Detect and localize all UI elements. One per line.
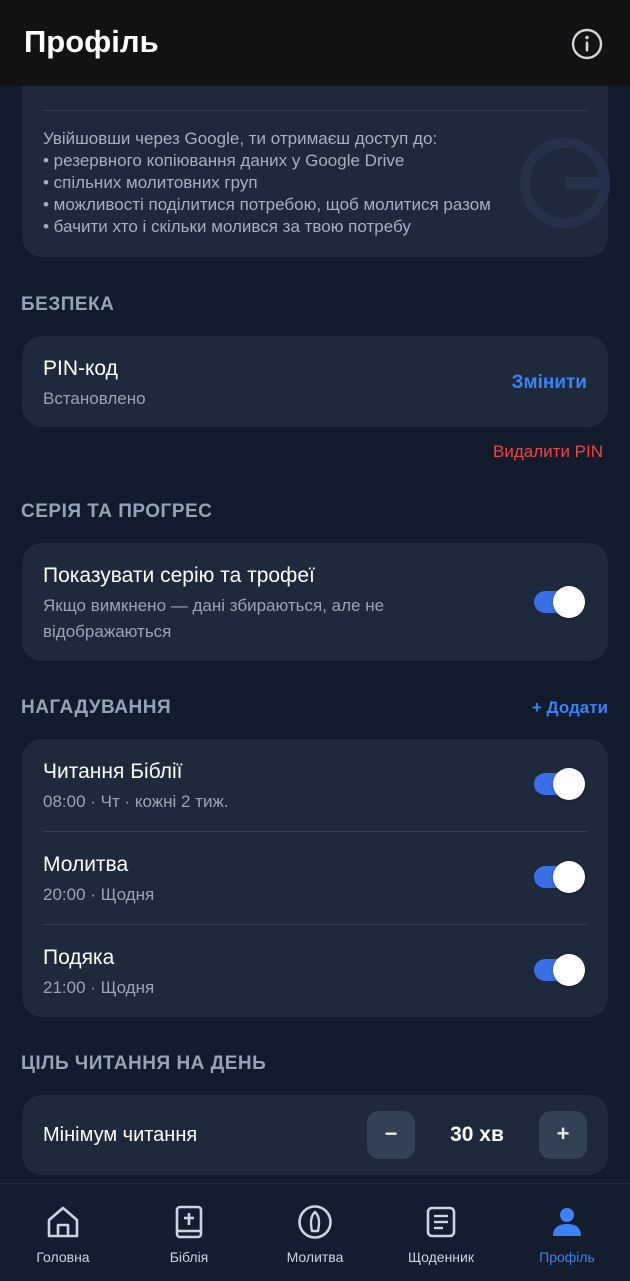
streak-toggle[interactable] [534,586,585,618]
reminder-title: Подяка [43,946,115,969]
streak-title: Показувати серію та трофеї [43,564,315,587]
benefit-item: • бачити хто і скільки молився за твою п… [43,217,411,236]
section-reading-goal-title: ЦІЛЬ ЧИТАННЯ НА ДЕНЬ [21,1053,267,1074]
nav-label: Молитва [286,1249,344,1265]
reminder-divider [43,924,587,925]
benefit-item: • спільних молитовних груп [43,173,258,192]
google-benefits: Увійшовши через Google, ти отримаєш дост… [43,128,491,238]
benefit-item: • резервного копіювання даних у Google D… [43,151,405,170]
nav-label: Біблія [169,1249,209,1265]
google-watermark-icon [520,138,610,228]
nav-prayer[interactable]: Молитва [252,1184,378,1281]
page-title: Профіль [24,24,159,59]
reminder-schedule: 20:00 · Щодня [43,885,155,904]
info-icon[interactable] [571,28,603,60]
nav-home[interactable]: Головна [0,1184,126,1281]
profile-icon [553,1208,581,1236]
decrease-button[interactable]: − [367,1111,415,1159]
reminder-schedule: 08:00 · Чт · кожні 2 тиж. [43,792,229,811]
reminder-title: Молитва [43,853,129,876]
nav-label: Головна [36,1249,90,1265]
section-reminders-title: НАГАДУВАННЯ [21,697,172,718]
google-intro: Увійшовши через Google, ти отримаєш дост… [43,129,438,148]
pin-status: Встановлено [43,389,146,408]
reading-goal-value: 30 хв [450,1123,504,1146]
increase-button[interactable]: + [539,1111,587,1159]
home-icon [47,1206,79,1238]
pin-title: PIN-код [43,357,118,380]
section-streak-title: СЕРІЯ ТА ПРОГРЕС [21,501,213,522]
prayer-icon [298,1205,332,1239]
nav-label: Профіль [539,1249,595,1265]
pin-card: PIN-код Встановлено Змінити [22,336,608,427]
reminders-card: Читання Біблії 08:00 · Чт · кожні 2 тиж.… [22,739,608,1017]
reading-goal-label: Мінімум читання [43,1124,198,1146]
journal-icon [426,1206,456,1238]
reminder-toggle[interactable] [534,861,585,893]
add-reminder-button[interactable]: + Додати [532,698,608,718]
section-security-title: БЕЗПЕКА [21,294,115,315]
nav-bible[interactable]: Біблія [126,1184,252,1281]
nav-label: Щоденник [408,1249,474,1265]
bible-icon [175,1205,203,1239]
change-pin-button[interactable]: Змінити [512,372,587,394]
nav-journal[interactable]: Щоденник [378,1184,504,1281]
bottom-navigation: Головна Біблія Молитва Щоденник Профіль [0,1183,630,1281]
app-bar: Профіль [0,0,630,86]
reminder-title: Читання Біблії [43,760,183,783]
reading-goal-card: Мінімум читання − 30 хв + [22,1095,608,1175]
reminder-toggle[interactable] [534,954,585,986]
streak-card: Показувати серію та трофеї Якщо вимкнено… [22,543,608,661]
nav-profile[interactable]: Профіль [504,1184,630,1281]
benefit-item: • можливості поділитися потребою, щоб мо… [43,195,491,214]
reminder-divider [43,831,587,832]
streak-description-2: відображаються [43,622,172,641]
reminder-toggle[interactable] [534,768,585,800]
streak-description-1: Якщо вимкнено — дані збираються, але не [43,596,385,615]
card-divider [43,110,587,111]
reminder-schedule: 21:00 · Щодня [43,978,155,997]
remove-pin-button[interactable]: Видалити PIN [493,442,603,462]
